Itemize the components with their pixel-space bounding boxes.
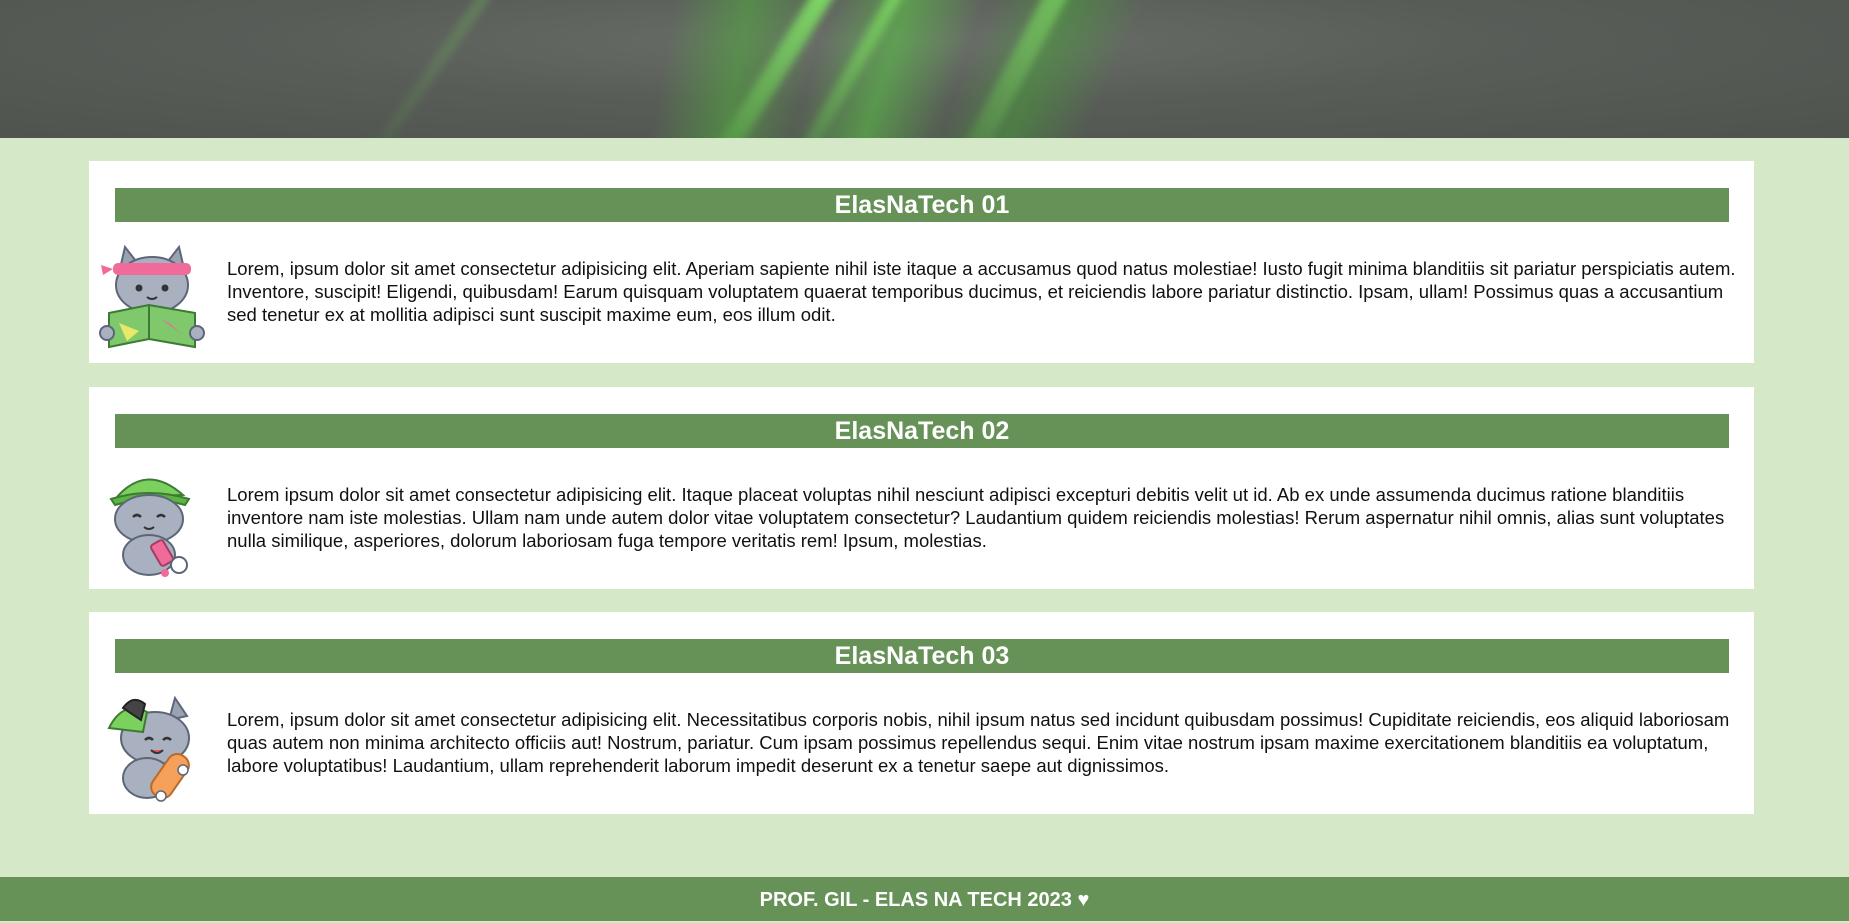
cat-reading-map-icon — [99, 243, 205, 353]
card-text: Lorem, ipsum dolor sit amet consectetur … — [227, 258, 1736, 325]
card-2: ElasNaTech 02 Lorem ipsum dolor sit amet… — [89, 387, 1754, 589]
footer: PROF. GIL - ELAS NA TECH 2023 ♥ — [0, 877, 1849, 921]
card-title: ElasNaTech 02 — [115, 414, 1729, 448]
card-title: ElasNaTech 01 — [115, 188, 1729, 222]
hero-banner — [0, 0, 1849, 138]
card-text: Lorem ipsum dolor sit amet consectetur a… — [227, 484, 1725, 551]
card-title: ElasNaTech 03 — [115, 639, 1729, 673]
card-text: Lorem, ipsum dolor sit amet consectetur … — [227, 709, 1730, 776]
cat-skateboard-icon — [99, 694, 205, 804]
card-1: ElasNaTech 01 Lorem, ipsum dolor sit ame… — [89, 161, 1754, 363]
footer-text: PROF. GIL - ELAS NA TECH 2023 ♥ — [759, 889, 1090, 911]
cat-green-cap-spray-icon — [99, 469, 205, 579]
card-3: ElasNaTech 03 Lorem, ipsum dolor sit ame… — [89, 612, 1754, 814]
